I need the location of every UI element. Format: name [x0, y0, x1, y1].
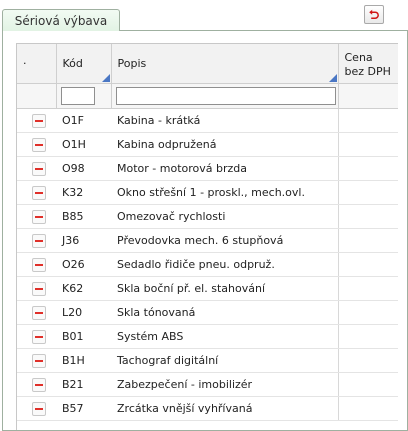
- table-row[interactable]: B85 Omezovač rychlosti: [17, 204, 398, 229]
- minus-icon: [35, 383, 43, 386]
- price-cell: [337, 204, 398, 229]
- table-row[interactable]: B57 Zrcátka vnější vyhřívaná: [17, 396, 398, 421]
- description-cell: Sedadlo řidiče pneu. odpruž.: [111, 252, 338, 277]
- sort-indicator-icon: [328, 74, 337, 82]
- code-cell: B1H: [56, 348, 111, 373]
- minus-icon: [35, 239, 43, 242]
- minus-icon: [35, 167, 43, 170]
- minus-icon: [35, 407, 43, 410]
- description-filter-input[interactable]: [115, 87, 336, 105]
- code-cell: O1F: [56, 108, 111, 133]
- sort-indicator-icon: [101, 74, 110, 82]
- tab-panel: · Kód Popis Cena bez DPH O1F Kabina - kr…: [2, 30, 408, 431]
- price-cell: [337, 180, 398, 205]
- code-cell: O98: [56, 156, 111, 181]
- equipment-grid: · Kód Popis Cena bez DPH O1F Kabina - kr…: [16, 43, 398, 430]
- price-cell: [337, 252, 398, 277]
- price-cell: [337, 324, 398, 349]
- price-cell: [337, 156, 398, 181]
- code-cell: B01: [56, 324, 111, 349]
- remove-item-button[interactable]: [32, 281, 46, 296]
- table-row[interactable]: L20 Skla tónovaná: [17, 300, 398, 325]
- description-cell: Skla boční př. el. stahování: [111, 276, 338, 301]
- description-cell: Omezovač rychlosti: [111, 204, 338, 229]
- remove-item-button[interactable]: [32, 233, 46, 248]
- code-cell: J36: [56, 228, 111, 253]
- grid-header-row: · Kód Popis Cena bez DPH: [17, 44, 398, 84]
- minus-icon: [35, 215, 43, 218]
- table-row[interactable]: B01 Systém ABS: [17, 324, 398, 349]
- table-row[interactable]: O98 Motor - motorová brzda: [17, 156, 398, 181]
- description-cell: Kabina odpružená: [111, 132, 338, 157]
- remove-item-button[interactable]: [32, 353, 46, 368]
- price-cell: [337, 372, 398, 397]
- description-cell: Převodovka mech. 6 stupňová: [111, 228, 338, 253]
- description-cell: Okno střešní 1 - proskl., mech.ovl.: [111, 180, 338, 205]
- remove-item-button[interactable]: [32, 305, 46, 320]
- code-cell: B21: [56, 372, 111, 397]
- remove-item-button[interactable]: [32, 257, 46, 272]
- description-cell: Motor - motorová brzda: [111, 156, 338, 181]
- column-header-code[interactable]: Kód: [56, 44, 112, 84]
- minus-icon: [35, 263, 43, 266]
- code-cell: B57: [56, 396, 111, 421]
- remove-item-button[interactable]: [32, 329, 46, 344]
- price-cell: [337, 108, 398, 133]
- minus-icon: [35, 311, 43, 314]
- description-cell: Kabina - krátká: [111, 108, 338, 133]
- code-cell: K32: [56, 180, 111, 205]
- table-row[interactable]: B21 Zabezpečení - imobilizér: [17, 372, 398, 397]
- undo-icon: [369, 9, 379, 19]
- description-cell: Zrcátka vnější vyhřívaná: [111, 396, 338, 421]
- column-header-price[interactable]: Cena bez DPH: [338, 44, 398, 84]
- minus-icon: [35, 191, 43, 194]
- remove-item-button[interactable]: [32, 209, 46, 224]
- remove-item-button[interactable]: [32, 377, 46, 392]
- column-header-action: ·: [17, 44, 57, 84]
- tab-seriova-vybava[interactable]: Sériová výbava: [2, 9, 120, 31]
- minus-icon: [35, 335, 43, 338]
- remove-item-button[interactable]: [32, 137, 46, 152]
- minus-icon: [35, 143, 43, 146]
- remove-item-button[interactable]: [32, 161, 46, 176]
- description-cell: Systém ABS: [111, 324, 338, 349]
- code-cell: L20: [56, 300, 111, 325]
- price-cell: [337, 396, 398, 421]
- remove-item-button[interactable]: [32, 113, 46, 128]
- table-row[interactable]: B1H Tachograf digitální: [17, 348, 398, 373]
- description-cell: Skla tónovaná: [111, 300, 338, 325]
- price-cell: [337, 348, 398, 373]
- minus-icon: [35, 287, 43, 290]
- minus-icon: [35, 119, 43, 122]
- code-cell: O26: [56, 252, 111, 277]
- code-cell: O1H: [56, 132, 111, 157]
- price-cell: [337, 132, 398, 157]
- price-cell: [337, 300, 398, 325]
- tab-label: Sériová výbava: [14, 13, 108, 28]
- description-cell: Tachograf digitální: [111, 348, 338, 373]
- code-cell: K62: [56, 276, 111, 301]
- remove-item-button[interactable]: [32, 401, 46, 416]
- minus-icon: [35, 359, 43, 362]
- table-row[interactable]: O26 Sedadlo řidiče pneu. odpruž.: [17, 252, 398, 277]
- table-row[interactable]: K32 Okno střešní 1 - proskl., mech.ovl.: [17, 180, 398, 205]
- table-row[interactable]: O1F Kabina - krátká: [17, 108, 398, 133]
- table-row[interactable]: J36 Převodovka mech. 6 stupňová: [17, 228, 398, 253]
- undo-button[interactable]: [364, 5, 384, 24]
- price-cell: [337, 276, 398, 301]
- code-filter-input[interactable]: [60, 87, 95, 105]
- price-cell: [337, 228, 398, 253]
- description-cell: Zabezpečení - imobilizér: [111, 372, 338, 397]
- remove-item-button[interactable]: [32, 185, 46, 200]
- column-header-description[interactable]: Popis: [111, 44, 339, 84]
- table-row[interactable]: K62 Skla boční př. el. stahování: [17, 276, 398, 301]
- table-row[interactable]: O1H Kabina odpružená: [17, 132, 398, 157]
- grid-filter-row: [17, 83, 398, 109]
- code-cell: B85: [56, 204, 111, 229]
